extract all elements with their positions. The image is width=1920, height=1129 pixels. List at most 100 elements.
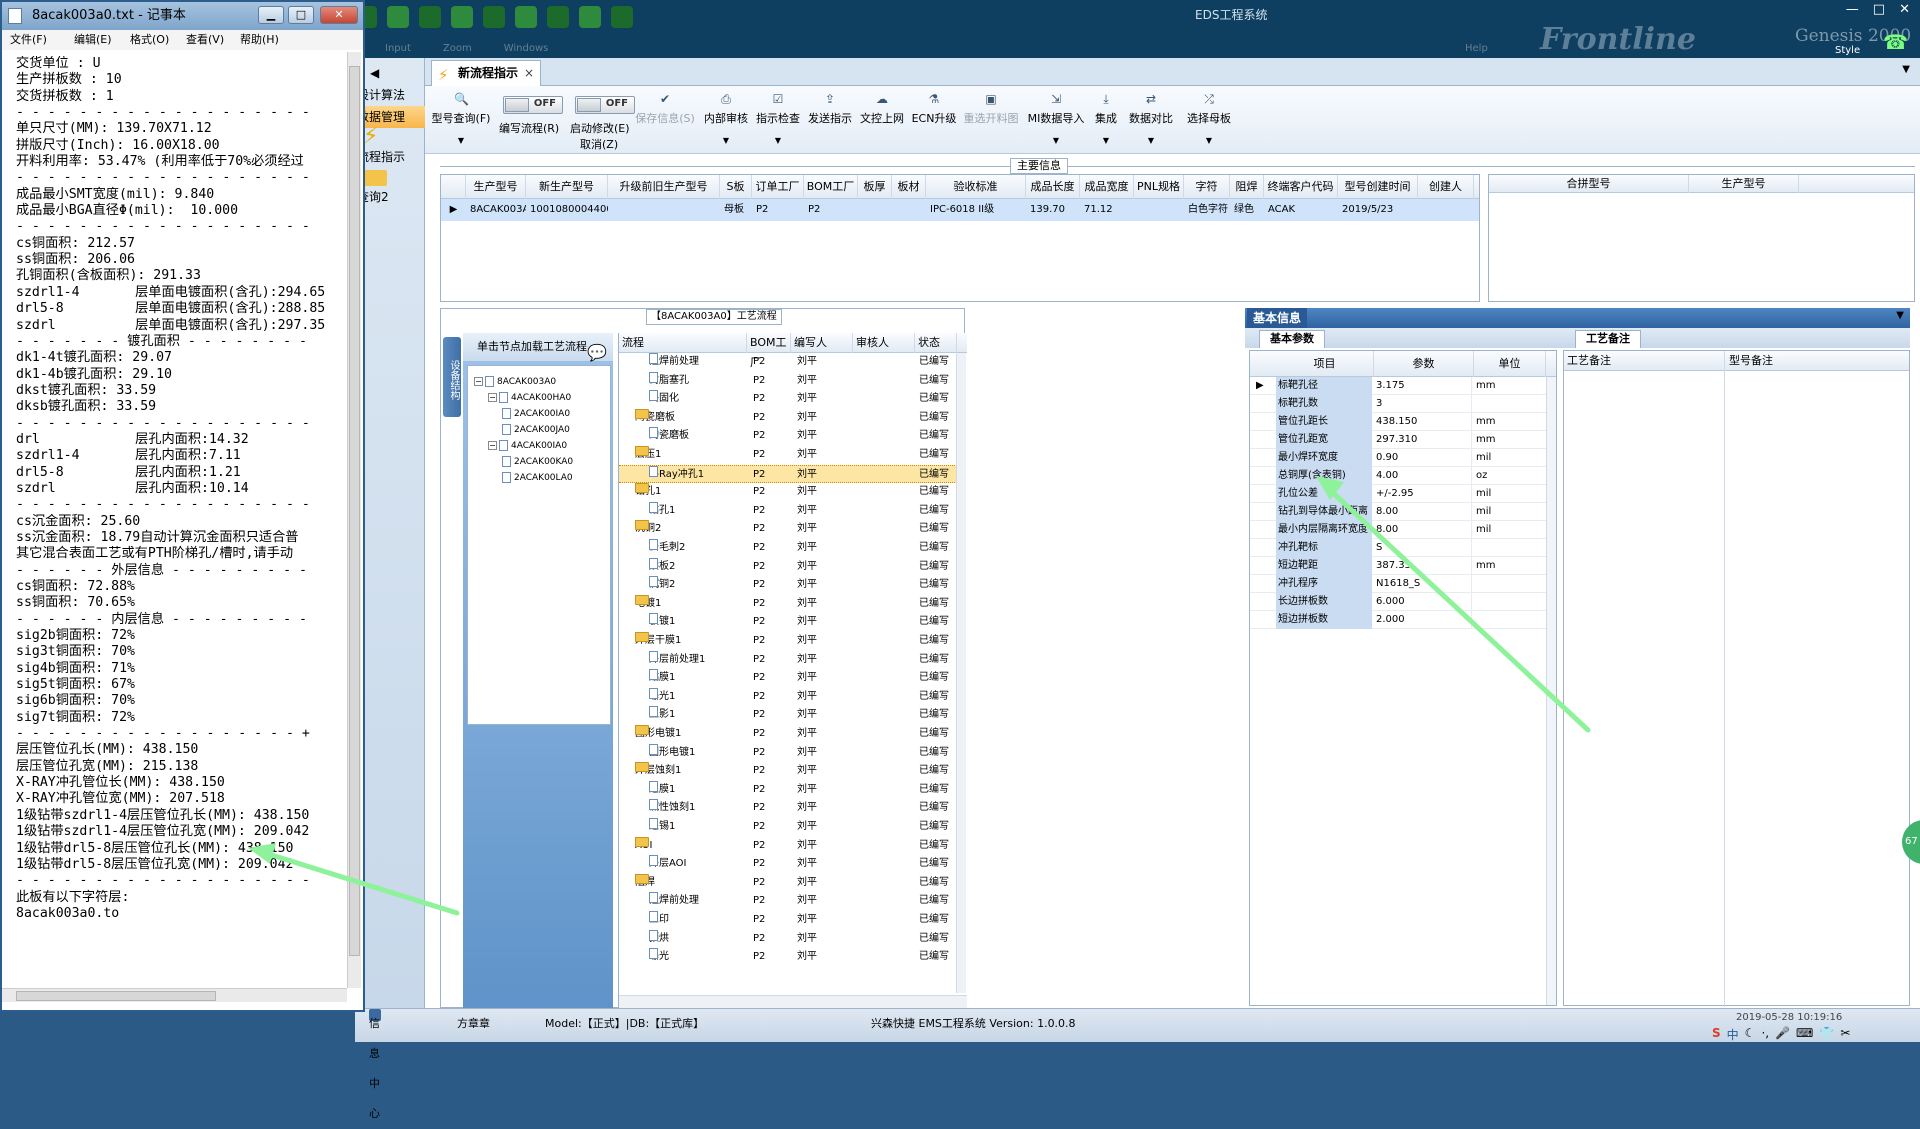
flow-row[interactable]: −陶瓷磨板 P2 刘平 已编写 xyxy=(619,408,957,427)
param-value[interactable]: 438.150 xyxy=(1374,413,1472,431)
scrollbar-thumb[interactable] xyxy=(16,991,216,1001)
row-selector-icon[interactable]: ▶ xyxy=(1256,377,1272,395)
column-header[interactable]: 成品长度 xyxy=(1026,175,1080,199)
style-menu[interactable]: Style xyxy=(1835,45,1860,56)
internal-review-button[interactable]: ⎙ 内部审核 ▼ xyxy=(703,92,749,145)
tree-node[interactable]: 2ACAK00LA0 xyxy=(502,470,573,486)
flow-row[interactable]: −AOI P2 刘平 已编写 xyxy=(619,836,957,855)
column-header[interactable]: 项目 xyxy=(1276,351,1374,377)
column-header[interactable]: 审核人 xyxy=(853,333,915,353)
flow-row[interactable]: 曝光1 P2 刘平 已编写 xyxy=(619,687,957,706)
chevron-down-icon[interactable]: ▼ xyxy=(755,136,801,145)
vertical-scrollbar[interactable] xyxy=(347,52,361,988)
nav-item-flow-instruction[interactable]: 流程指示 xyxy=(355,146,425,168)
horizontal-scrollbar[interactable] xyxy=(2,988,347,1002)
select-master-board-button[interactable]: ⤮ 选择母板 ▼ xyxy=(1183,92,1235,145)
moon-icon[interactable]: ☾ xyxy=(1745,1026,1756,1043)
maximize-button[interactable]: □ xyxy=(288,6,314,24)
param-value[interactable]: 387.35 xyxy=(1374,557,1472,575)
param-row[interactable]: 冲孔程序 N1618_S xyxy=(1250,575,1556,593)
flow-row[interactable]: 曝光 P2 刘平 已编写 xyxy=(619,948,957,966)
chevron-down-icon[interactable]: ▼ xyxy=(1896,310,1904,321)
param-value[interactable]: 8.00 xyxy=(1374,503,1472,521)
column-header[interactable]: 型号创建时间 xyxy=(1338,175,1418,199)
process-notes-textarea[interactable] xyxy=(1566,373,1722,1003)
scrollbar-thumb[interactable] xyxy=(349,66,360,956)
minimize-button[interactable]: — xyxy=(1846,2,1859,17)
grid-icon[interactable] xyxy=(419,6,441,28)
tree-node[interactable]: − 4ACAK00HA0 xyxy=(488,390,571,406)
flow-row[interactable]: 阻焊前处理 P2 刘平 已编写 xyxy=(619,353,957,371)
notepad-text-area[interactable]: 交货单位 : U 生产拼板数 : 10 交货拼板数 : 1- - - - - - -… xyxy=(16,56,346,988)
flow-row[interactable]: −外层干膜1 P2 刘平 已编写 xyxy=(619,632,957,650)
table-row[interactable]: ▶ 8ACAK003A0 10010800044004 母板 P2 P2 IPC-6018 … xyxy=(441,199,1479,221)
column-header[interactable]: 合拼型号 xyxy=(1489,175,1689,193)
flow-row[interactable]: 贴膜1 P2 刘平 已编写 xyxy=(619,669,957,687)
tools-icon[interactable]: ✂ xyxy=(1840,1026,1850,1043)
column-header[interactable]: 生产型号 xyxy=(1689,175,1799,193)
flow-row[interactable]: −沉铜2 P2 刘平 已编写 xyxy=(619,520,957,538)
keyboard-icon[interactable]: ⌨ xyxy=(1796,1026,1813,1043)
param-row[interactable]: 管位孔距长 438.150 mm xyxy=(1250,413,1556,431)
flow-row[interactable]: 烘板2 P2 刘平 已编写 xyxy=(619,557,957,576)
flow-row[interactable]: 预烘 P2 刘平 已编写 xyxy=(619,929,957,948)
model-query-button[interactable]: 🔍 型号查询(F) ▼ xyxy=(429,92,493,145)
vertical-scrollbar[interactable] xyxy=(956,353,966,993)
mic-icon[interactable]: 🎤 xyxy=(1775,1026,1790,1043)
param-row[interactable]: 长边拼板数 6.000 xyxy=(1250,593,1556,611)
sogou-icon[interactable]: S xyxy=(1712,1026,1721,1043)
tree-node[interactable]: − 4ACAK00IA0 xyxy=(488,438,567,454)
column-header[interactable]: 新生产型号 xyxy=(526,175,608,199)
punctuation-icon[interactable]: ·, xyxy=(1761,1026,1769,1043)
column-header[interactable]: 成品宽度 xyxy=(1080,175,1134,199)
column-header[interactable]: 编写人 xyxy=(791,333,853,353)
gear-icon[interactable] xyxy=(387,6,409,28)
close-button[interactable]: ✕ xyxy=(1899,2,1910,17)
ecn-upgrade-button[interactable]: ⚗ ECN升级 xyxy=(911,92,957,126)
nav-item-query2[interactable]: 查询2 xyxy=(355,186,425,208)
param-row[interactable]: 最小焊环宽度 0.90 mil xyxy=(1250,449,1556,467)
chevron-down-icon[interactable]: ▼ xyxy=(429,136,493,145)
ime-indicator[interactable]: 中 xyxy=(1727,1026,1739,1043)
column-header[interactable]: 状态 xyxy=(915,333,957,353)
expand-icon[interactable]: − xyxy=(474,377,483,386)
flow-row[interactable]: −钻孔1 P2 刘平 已编写 xyxy=(619,483,957,501)
reselect-cut-drawing-button[interactable]: ▣ 重选开料图 xyxy=(961,92,1021,126)
vertical-tab-structure[interactable]: 设备结构 xyxy=(443,337,461,417)
column-header[interactable]: 终端客户代码 xyxy=(1264,175,1338,199)
flow-row[interactable]: 终固化 P2 刘平 已编写 xyxy=(619,390,957,408)
column-header[interactable]: 流程 xyxy=(619,333,747,353)
flow-row[interactable]: 退膜1 P2 刘平 已编写 xyxy=(619,780,957,799)
tab-basic-params[interactable]: 基本参数 xyxy=(1259,330,1325,348)
flow-row[interactable]: 显影1 P2 刘平 已编写 xyxy=(619,706,957,724)
column-header[interactable]: 字符 xyxy=(1184,175,1230,199)
tree-node[interactable]: 2ACAK00IA0 xyxy=(502,406,570,422)
flow-row[interactable]: −电镀1 P2 刘平 已编写 xyxy=(619,594,957,613)
flow-row[interactable]: 丝印 P2 刘平 已编写 xyxy=(619,911,957,929)
menu-file[interactable]: 文件(F) xyxy=(10,30,47,50)
column-header[interactable]: BOM工厂 xyxy=(747,333,791,369)
tab-new-flow-instruction[interactable]: ⚡ 新流程指示 × xyxy=(431,60,541,86)
param-value[interactable]: 2.000 xyxy=(1374,611,1472,629)
tab-process-notes[interactable]: 工艺备注 xyxy=(1575,330,1641,348)
scissors-icon[interactable] xyxy=(451,6,473,28)
chart-icon[interactable] xyxy=(611,6,633,28)
param-row[interactable]: ▶ 标靶孔径 3.175 mm xyxy=(1250,377,1556,395)
flow-row[interactable]: 钻孔1 P2 刘平 已编写 xyxy=(619,501,957,520)
chevron-down-icon[interactable]: ▼ xyxy=(703,136,749,145)
chevron-down-icon[interactable]: ▼ xyxy=(1091,136,1121,145)
instruction-check-button[interactable]: ☑ 指示检查 ▼ xyxy=(755,92,801,145)
tree-node[interactable]: 2ACAK00KA0 xyxy=(502,454,573,470)
param-row[interactable]: 最小内层隔离环宽度 8.00 mil xyxy=(1250,521,1556,539)
column-header[interactable]: 生产型号 xyxy=(466,175,526,199)
column-header[interactable]: 板厚 xyxy=(858,175,892,199)
tab-list-chevron-icon[interactable]: ▼ xyxy=(1902,64,1910,75)
flow-row[interactable]: −外层蚀刻1 P2 刘平 已编写 xyxy=(619,762,957,780)
menu-edit[interactable]: 编辑(E) xyxy=(74,30,112,50)
param-value[interactable]: 3.175 xyxy=(1374,377,1472,395)
minimize-button[interactable]: ▁ xyxy=(258,6,284,24)
column-header[interactable]: 工艺备注 xyxy=(1564,351,1611,371)
flow-row[interactable]: 碱性蚀刻1 P2 刘平 已编写 xyxy=(619,799,957,817)
column-header[interactable]: 创建人 xyxy=(1418,175,1474,199)
tab-close-icon[interactable]: × xyxy=(524,61,534,85)
